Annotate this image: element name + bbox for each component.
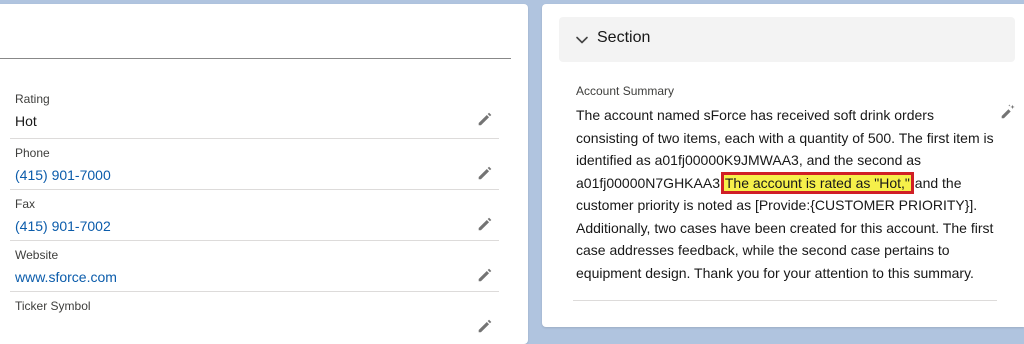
chevron-down-icon[interactable]	[575, 33, 589, 47]
field-divider	[10, 291, 499, 292]
field-label-phone: Phone	[15, 146, 50, 160]
account-summary-text: The account named sForce has received so…	[576, 104, 996, 284]
field-value-rating: Hot	[15, 113, 37, 129]
pencil-icon[interactable]	[476, 164, 494, 182]
pencil-icon[interactable]	[476, 317, 494, 335]
record-detail-panel: Rating Hot Phone (415) 901-7000 Fax (415…	[0, 4, 528, 344]
field-divider	[10, 240, 499, 241]
field-label-ticker-symbol: Ticker Symbol	[15, 299, 91, 313]
field-label-account-summary: Account Summary	[576, 84, 675, 98]
pencil-icon[interactable]	[476, 110, 494, 128]
field-divider	[10, 138, 499, 139]
field-label-rating: Rating	[15, 92, 50, 106]
header-divider	[0, 58, 511, 59]
highlighted-rating-sentence: The account is rated as "Hot,"	[720, 171, 914, 194]
phone-link[interactable]: (415) 901-7000	[15, 167, 111, 183]
section-header[interactable]: Section	[559, 17, 1015, 62]
section-title: Section	[597, 29, 651, 46]
fax-link[interactable]: (415) 901-7002	[15, 218, 111, 234]
pencil-icon[interactable]	[476, 266, 494, 284]
pencil-icon[interactable]	[476, 215, 494, 233]
field-divider	[573, 300, 997, 301]
field-label-fax: Fax	[15, 197, 36, 211]
field-divider	[10, 189, 499, 190]
section-panel: Section Account Summary The account name…	[542, 4, 1024, 327]
website-link[interactable]: www.sforce.com	[15, 269, 117, 285]
edit-sparkle-icon[interactable]	[999, 103, 1017, 121]
field-label-website: Website	[15, 248, 59, 262]
